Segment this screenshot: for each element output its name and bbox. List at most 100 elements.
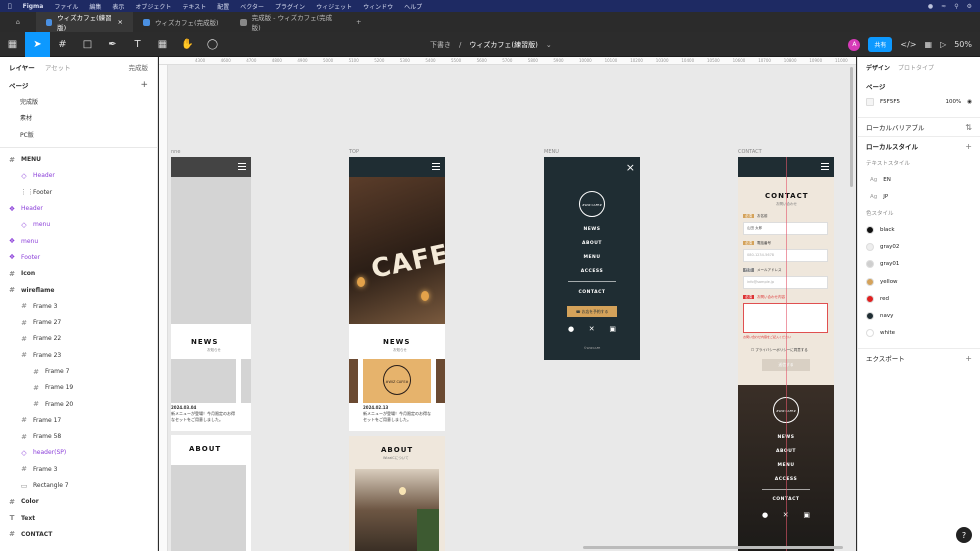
tab-practice[interactable]: ウィズカフェ(練習版) × <box>36 12 133 32</box>
dev-mode-icon[interactable]: </> <box>900 40 916 49</box>
add-export-button[interactable]: + <box>965 354 972 363</box>
page-selector[interactable]: 完成版 <box>129 62 149 72</box>
menu-window[interactable]: ウィンドウ <box>363 2 393 11</box>
frame-label[interactable]: CONTACT <box>738 149 762 155</box>
comment-tool-button[interactable]: ◯ <box>200 32 225 57</box>
chevron-down-icon[interactable]: ⌄ <box>546 41 552 49</box>
breadcrumb[interactable]: 下書き <box>430 40 451 50</box>
zoom-level[interactable]: 50% <box>954 40 972 49</box>
color-style-item[interactable]: gray01 <box>858 256 980 273</box>
menu-text[interactable]: テキスト <box>182 2 206 11</box>
help-button[interactable]: ? <box>956 527 972 543</box>
layers-tab[interactable]: レイヤー <box>9 62 35 72</box>
page-item[interactable]: PC版 <box>0 126 157 143</box>
page-fill-row[interactable]: F5F5F5 100% ◉ <box>858 95 980 109</box>
color-style-item[interactable]: gray02 <box>858 238 980 255</box>
layer-item[interactable]: ⋮⋮ Footer <box>0 184 157 200</box>
app-name[interactable]: Figma <box>23 3 44 10</box>
layer-item[interactable]: # Frame 3 <box>0 298 157 314</box>
color-style-item[interactable]: yellow <box>858 273 980 290</box>
document-title[interactable]: 下書き / ウィズカフェ(練習版) ⌄ <box>430 32 552 57</box>
layer-item[interactable]: ◇ Header <box>0 168 157 184</box>
add-style-button[interactable]: + <box>965 142 972 151</box>
menu-view[interactable]: 表示 <box>112 2 124 11</box>
design-tab[interactable]: デザイン <box>866 63 890 72</box>
apple-icon[interactable]:  <box>8 3 12 10</box>
layer-item[interactable]: ❖ Header <box>0 200 157 216</box>
layer-item[interactable]: # wireflame <box>0 282 157 298</box>
resources-tool-button[interactable]: ▦ <box>150 32 175 57</box>
vertical-scrollbar[interactable] <box>850 67 853 187</box>
contact-frame[interactable]: CONTACT お問い合わせ 必須お名前 山田 太郎 必須電話番号 080-12… <box>738 157 834 551</box>
layer-item[interactable]: ◇ menu <box>0 217 157 233</box>
canvas[interactable]: 4300 4600 4700 4800 4900 5000 5100 5200 5300 5400… <box>159 57 856 551</box>
fill-swatch[interactable] <box>866 98 874 106</box>
horizontal-scrollbar[interactable] <box>583 546 843 549</box>
menu-edit[interactable]: 編集 <box>89 2 101 11</box>
share-button[interactable]: 共有 <box>868 37 893 52</box>
page-item[interactable]: 完成版 <box>0 93 157 110</box>
shape-tool-button[interactable]: □ <box>75 32 100 57</box>
layer-item[interactable]: # Frame 3 <box>0 461 157 477</box>
prototype-tab[interactable]: プロトタイプ <box>898 63 934 72</box>
doc-title[interactable]: ウィズカフェ(練習版) <box>469 40 537 50</box>
library-icon[interactable]: ▦ <box>925 40 933 49</box>
close-icon[interactable]: × <box>118 18 123 26</box>
menu-plugins[interactable]: プラグイン <box>275 2 305 11</box>
eye-icon[interactable]: ◉ <box>967 99 972 105</box>
new-tab-button[interactable]: + <box>346 12 370 32</box>
home-tab[interactable]: ⌂ <box>0 12 36 32</box>
wireframe-frame[interactable]: NEWS お知らせ 2024.03.04 新メニューが登場！今月限定のお得なセット… <box>171 157 251 551</box>
add-page-button[interactable]: + <box>140 80 148 90</box>
menu-frame[interactable]: × #WIZ CAFE# NEWS ABOUT MENU ACCESS CONT… <box>544 157 640 360</box>
layer-item[interactable]: ❖ menu <box>0 233 157 249</box>
frame-label[interactable]: MENU <box>544 149 559 155</box>
menu-object[interactable]: オブジェクト <box>135 2 171 11</box>
control-center-icon[interactable]: ⚙ <box>967 3 972 10</box>
fill-hex[interactable]: F5F5F5 <box>880 99 900 105</box>
assets-tab[interactable]: アセット <box>45 62 71 72</box>
menu-help[interactable]: ヘルプ <box>404 2 422 11</box>
hand-tool-button[interactable]: ✋ <box>175 32 200 57</box>
move-tool-button[interactable]: ➤ <box>25 31 50 57</box>
layer-item[interactable]: # Frame 17 <box>0 412 157 428</box>
main-menu-button[interactable]: ▦ <box>0 32 25 57</box>
menu-vector[interactable]: ベクター <box>240 2 264 11</box>
frame-tool-button[interactable]: # <box>50 32 75 57</box>
layer-item[interactable]: # Frame 7 <box>0 363 157 379</box>
layer-item[interactable]: # Frame 22 <box>0 331 157 347</box>
variables-icon[interactable]: ⇅ <box>965 123 972 132</box>
layer-item[interactable]: ❖ Footer <box>0 249 157 265</box>
tab-complete[interactable]: ウィズカフェ(完成版) <box>133 12 230 32</box>
layer-item[interactable]: # MENU <box>0 152 157 168</box>
local-variables-row[interactable]: ローカルバリアブル ⇅ <box>858 118 980 136</box>
play-icon[interactable]: ▷ <box>940 40 946 49</box>
layer-item[interactable]: ▭ Rectangle 7 <box>0 477 157 493</box>
layer-item[interactable]: # CONTACT <box>0 526 157 542</box>
text-style-item[interactable]: Ag EN <box>858 171 980 188</box>
layer-item[interactable]: ◇ header(SP) <box>0 445 157 461</box>
wifi-icon[interactable]: ≈ <box>941 3 946 10</box>
layer-item[interactable]: # Icon <box>0 266 157 282</box>
layer-item[interactable]: # Frame 20 <box>0 396 157 412</box>
menu-arrange[interactable]: 配置 <box>217 2 229 11</box>
page-item[interactable]: 素材 <box>0 110 157 127</box>
menu-file[interactable]: ファイル <box>54 2 78 11</box>
text-style-item[interactable]: Ag JP <box>858 188 980 205</box>
layer-item[interactable]: # Color <box>0 494 157 510</box>
color-style-item[interactable]: white <box>858 325 980 342</box>
layer-item[interactable]: T Text <box>0 510 157 526</box>
pen-tool-button[interactable]: ✒ <box>100 32 125 57</box>
color-style-item[interactable]: red <box>858 290 980 307</box>
top-frame[interactable]: CAFE NEWS お知らせ #WIZ CAFE# 2024.02.13 新メニュ… <box>349 157 445 551</box>
color-style-item[interactable]: navy <box>858 307 980 324</box>
color-style-item[interactable]: black <box>858 221 980 238</box>
tab-complete-page[interactable]: 完成版 - ウィズカフェ(完成版) <box>230 12 346 32</box>
text-tool-button[interactable]: T <box>125 32 150 57</box>
layer-item[interactable]: # Frame 58 <box>0 429 157 445</box>
fill-opacity[interactable]: 100% <box>945 99 961 105</box>
frame-label[interactable]: nne <box>171 149 180 155</box>
layer-item[interactable]: # Frame 23 <box>0 347 157 363</box>
layer-item[interactable]: # Frame 27 <box>0 314 157 330</box>
menu-widgets[interactable]: ウィジェット <box>316 2 352 11</box>
